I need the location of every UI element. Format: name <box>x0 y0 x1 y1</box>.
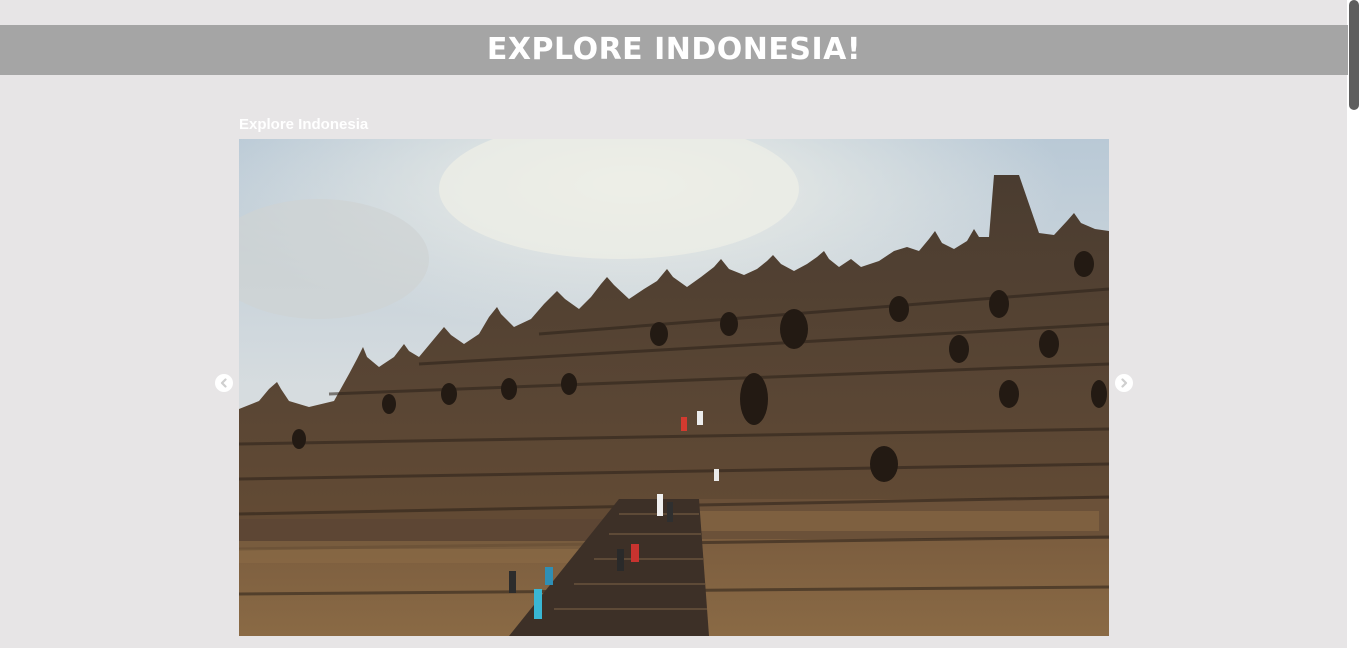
page-title: EXPLORE INDONESIA! <box>486 32 862 67</box>
header-bar: EXPLORE INDONESIA! <box>0 25 1348 75</box>
chevron-right-icon <box>1121 378 1128 388</box>
carousel-prev-button[interactable] <box>215 374 233 392</box>
image-carousel[interactable] <box>239 139 1109 636</box>
carousel-image <box>239 139 1109 636</box>
carousel-next-button[interactable] <box>1115 374 1133 392</box>
slide-caption: Explore Indonesia <box>239 116 369 133</box>
chevron-left-icon <box>220 378 227 388</box>
scrollbar-thumb[interactable] <box>1349 0 1359 110</box>
